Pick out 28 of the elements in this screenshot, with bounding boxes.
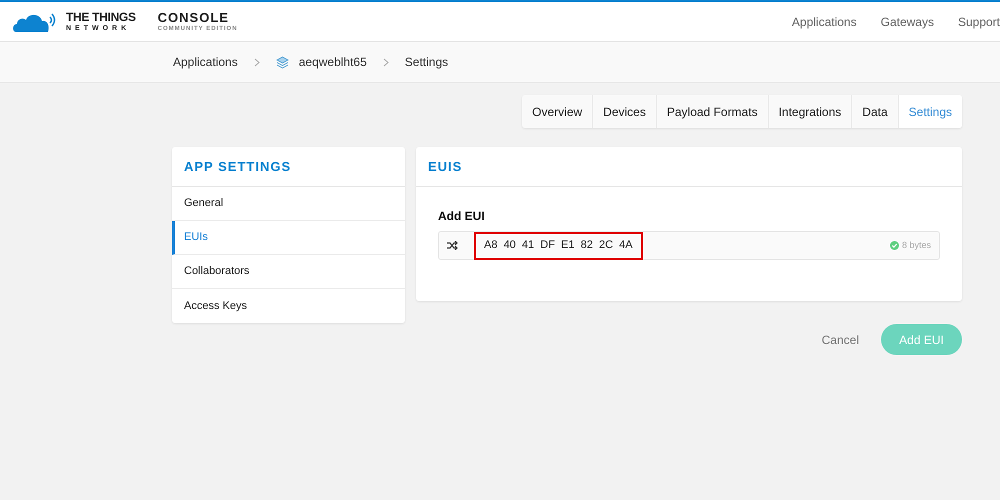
- card-title: EUIS: [416, 147, 962, 187]
- nav-link[interactable]: Support: [958, 12, 1000, 30]
- product-title: CONSOLE: [158, 11, 230, 24]
- shuffle-icon[interactable]: [447, 241, 458, 250]
- breadcrumb-link[interactable]: Settings: [404, 53, 448, 71]
- sidebar-item[interactable]: Access Keys: [172, 289, 405, 323]
- card-title: APP SETTINGS: [172, 147, 405, 187]
- breadcrumb-link[interactable]: Applications: [173, 53, 238, 71]
- layers-icon: [276, 56, 289, 68]
- nav-link[interactable]: Applications: [792, 12, 857, 30]
- eui-field[interactable]: A8 40 41 DF E1 82 2C 4A 8 bytes: [438, 231, 940, 260]
- chevron-icon: [382, 58, 389, 66]
- sidebar-item[interactable]: Collaborators: [172, 255, 405, 289]
- breadcrumb-link[interactable]: aeqweblht65: [298, 53, 367, 71]
- chevron-icon: [254, 58, 260, 66]
- tab[interactable]: Integrations: [768, 95, 852, 128]
- sidebar-item[interactable]: General: [172, 187, 405, 221]
- field-label: Add EUI: [438, 208, 486, 225]
- eui-value: A8 40 41 DF E1 82 2C 4A: [474, 232, 643, 260]
- brand-name: THE THINGS: [66, 11, 136, 23]
- sidebar-item[interactable]: EUIs: [172, 221, 405, 255]
- check-icon: [890, 241, 899, 250]
- cancel-button[interactable]: Cancel: [822, 330, 859, 348]
- tab[interactable]: Overview: [522, 95, 592, 128]
- tab[interactable]: Payload Formats: [656, 95, 768, 128]
- byte-count: 8 bytes: [902, 238, 931, 252]
- nav-link[interactable]: Gateways: [880, 12, 934, 30]
- tab[interactable]: Devices: [592, 95, 656, 128]
